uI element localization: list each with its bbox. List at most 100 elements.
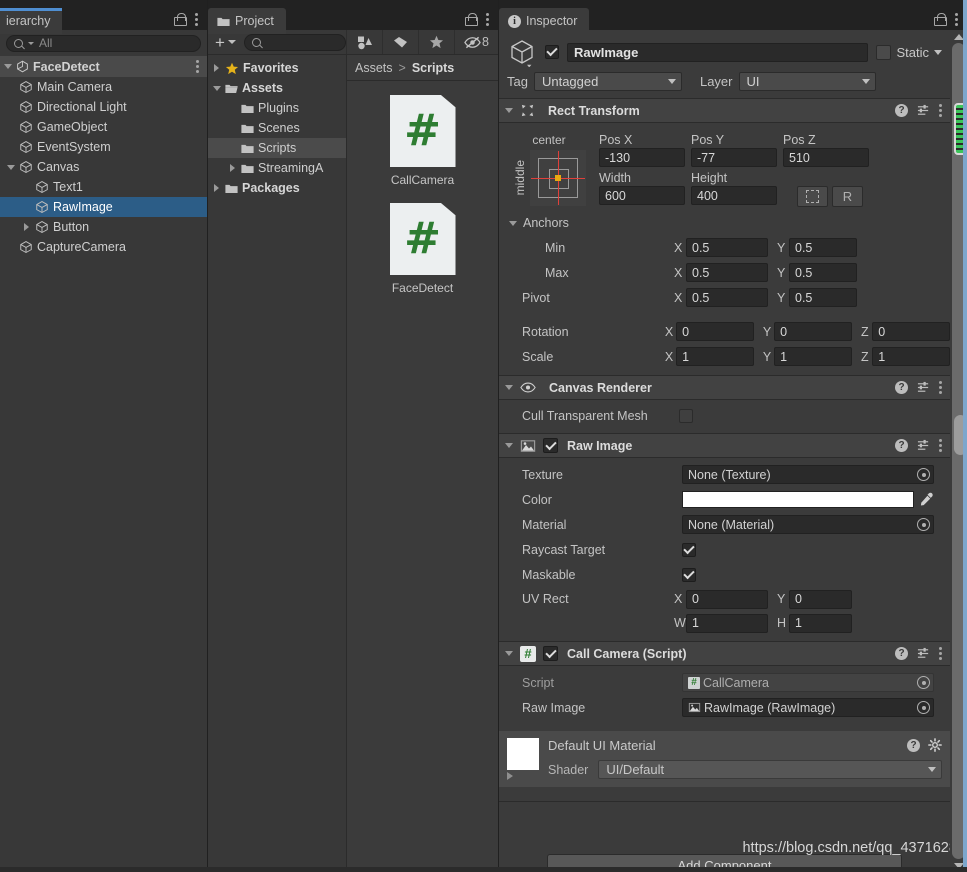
anchor-max-x-input[interactable]: 0.5 [686,263,768,282]
project-search-input[interactable] [243,33,346,51]
component-header-raw-image[interactable]: Raw Image ? [499,433,950,458]
hierarchy-item[interactable]: GameObject [0,117,207,137]
layer-dropdown[interactable]: UI [738,72,876,91]
breadcrumb-current[interactable]: Scripts [412,61,454,75]
collapse-triangle-icon[interactable] [505,108,513,113]
help-icon[interactable]: ? [895,104,908,117]
project-tree-item[interactable]: Assets [208,78,346,98]
object-picker-icon[interactable] [917,701,930,714]
raw-image-ref-object-field[interactable]: RawImage (RawImage) [682,698,934,717]
hierarchy-item[interactable]: Button [0,217,207,237]
lock-icon[interactable] [174,13,187,26]
material-expand-triangle-icon[interactable] [507,772,513,780]
raw-image-enabled-checkbox[interactable] [543,438,558,453]
call-camera-enabled-checkbox[interactable] [543,646,558,661]
kebab-menu-icon[interactable] [486,13,489,26]
preset-icon[interactable] [917,647,930,660]
material-object-field[interactable]: None (Material) [682,515,934,534]
hierarchy-item[interactable]: EventSystem [0,137,207,157]
search-filter-chevron-icon[interactable] [28,41,34,45]
uv-rect-x-input[interactable]: 0 [686,589,768,609]
preset-icon[interactable] [917,439,930,452]
expand-triangle-icon[interactable] [6,164,15,170]
component-header-rect-transform[interactable]: Rect Transform ? [499,98,950,123]
project-tree-item[interactable]: Scripts [208,138,346,158]
component-kebab-icon[interactable] [939,381,942,394]
anchor-min-x-input[interactable]: 0.5 [686,238,768,257]
hierarchy-item[interactable]: CaptureCamera [0,237,207,257]
uv-rect-h-input[interactable]: 1 [789,613,852,633]
gameobject-name-input[interactable]: RawImage [567,42,869,62]
static-chevron-down-icon[interactable] [934,49,942,55]
hierarchy-scene-root[interactable]: FaceDetect [0,56,207,77]
expand-triangle-icon[interactable] [212,64,221,72]
object-picker-icon[interactable] [917,468,930,481]
collapse-triangle-icon[interactable] [505,443,513,448]
gameobject-enabled-checkbox[interactable] [545,45,559,59]
static-checkbox[interactable] [876,44,892,60]
tag-dropdown[interactable]: Untagged [533,72,682,91]
project-tree-item[interactable]: Favorites [208,58,346,78]
tab-hierarchy[interactable]: ierarchy [0,8,63,34]
filter-by-type-button[interactable] [346,30,382,54]
expand-triangle-icon[interactable] [228,164,237,172]
anchor-preset-box[interactable] [529,150,586,206]
preset-icon[interactable] [917,104,930,117]
size-input[interactable]: 600 [599,186,685,205]
uv-rect-w-input[interactable]: 1 [686,613,768,633]
scale-z-input[interactable]: 1 [872,347,951,366]
rotation-y-input[interactable]: 0 [774,322,852,341]
component-header-call-camera[interactable]: # Call Camera (Script) ? [499,641,950,666]
expand-triangle-icon[interactable] [212,85,221,91]
hierarchy-item[interactable]: Main Camera [0,77,207,97]
hierarchy-item[interactable]: Canvas [0,157,207,177]
gear-icon[interactable] [928,738,942,752]
pivot-y-input[interactable]: 0.5 [789,288,857,307]
pos-input[interactable]: 510 [783,148,869,167]
scene-kebab-icon[interactable] [196,60,199,73]
component-kebab-icon[interactable] [939,647,942,660]
hierarchy-item[interactable]: Directional Light [0,97,207,117]
pivot-x-input[interactable]: 0.5 [686,288,768,307]
color-swatch[interactable] [682,491,914,508]
size-input[interactable]: 400 [691,186,777,205]
help-icon[interactable]: ? [895,381,908,394]
help-icon[interactable]: ? [907,738,920,752]
blueprint-mode-button[interactable] [797,186,828,207]
anchor-max-y-input[interactable]: 0.5 [789,263,857,282]
project-tree-item[interactable]: Packages [208,178,346,198]
asset-item[interactable]: # CallCamera [368,95,478,187]
component-header-canvas-renderer[interactable]: Canvas Renderer ? [499,375,950,400]
pos-input[interactable]: -130 [599,148,685,167]
shader-dropdown[interactable]: UI/Default [598,760,942,779]
component-kebab-icon[interactable] [939,439,942,452]
scale-y-input[interactable]: 1 [774,347,852,366]
uv-rect-y-input[interactable]: 0 [789,589,852,609]
tab-project[interactable]: Project [208,8,286,34]
preset-icon[interactable] [917,381,930,394]
project-tree-item[interactable]: Plugins [208,98,346,118]
hierarchy-item[interactable]: Text1 [0,177,207,197]
project-tree-item[interactable]: Scenes [208,118,346,138]
anchor-min-y-input[interactable]: 0.5 [789,238,857,257]
cull-transparent-mesh-checkbox[interactable] [679,409,693,423]
eyedropper-icon[interactable] [919,492,934,507]
rotation-z-input[interactable]: 0 [872,322,951,341]
favorites-button[interactable] [418,30,454,54]
lock-icon[interactable] [465,13,478,26]
collapse-triangle-icon[interactable] [505,651,513,656]
expand-triangle-icon[interactable] [212,184,221,192]
kebab-menu-icon[interactable] [195,13,198,26]
texture-object-field[interactable]: None (Texture) [682,465,934,484]
help-icon[interactable]: ? [895,647,908,660]
help-icon[interactable]: ? [895,439,908,452]
breadcrumb-assets[interactable]: Assets [355,61,393,75]
asset-item[interactable]: # FaceDetect [368,203,478,295]
raycast-target-checkbox[interactable] [682,542,696,557]
scene-expand-triangle-icon[interactable] [4,64,12,69]
pos-input[interactable]: -77 [691,148,777,167]
filter-by-label-button[interactable] [382,30,418,54]
hierarchy-search-input[interactable]: All [6,34,201,52]
collapse-triangle-icon[interactable] [505,385,513,390]
scale-x-input[interactable]: 1 [676,347,754,366]
